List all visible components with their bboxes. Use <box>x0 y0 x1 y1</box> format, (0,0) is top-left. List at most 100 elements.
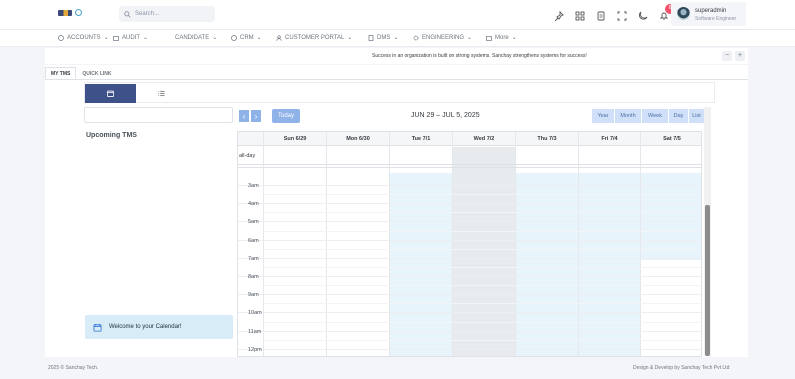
tab-my-tms[interactable]: MY TMS <box>45 67 77 79</box>
time-label: 3am <box>248 183 259 189</box>
hour-line <box>238 330 701 332</box>
half-hour-line <box>263 230 701 232</box>
company-logo[interactable] <box>58 10 72 16</box>
upcoming-filter-input[interactable] <box>84 107 233 123</box>
half-hour-line <box>263 266 701 268</box>
search-icon <box>124 10 131 18</box>
half-hour-line <box>263 194 701 196</box>
list-view-button[interactable] <box>136 84 187 103</box>
user-menu[interactable]: superadmin Software Engineer <box>671 2 746 26</box>
day-header-sun[interactable]: Sun 6/29 <box>264 132 326 146</box>
bell-icon[interactable]: 6 <box>659 4 675 20</box>
time-label: 8am <box>248 274 259 280</box>
document-icon <box>368 34 374 41</box>
today-column-shade <box>452 147 515 356</box>
view-year-button[interactable]: Year <box>592 109 615 123</box>
announcement-bar: Success in an organization is built on s… <box>45 48 748 64</box>
briefcase-icon <box>486 35 492 41</box>
hour-line <box>238 239 701 241</box>
view-switcher <box>84 82 715 103</box>
menu-candidate[interactable]: CANDIDATE ⌄ <box>175 34 218 42</box>
globe-icon <box>58 34 64 41</box>
chevron-down-icon: ⌄ <box>256 35 262 41</box>
day-header-sat[interactable]: Sat 7/5 <box>641 132 701 146</box>
welcome-card: Welcome to your Calendar! <box>85 315 233 339</box>
day-header-fri[interactable]: Fri 7/4 <box>579 132 640 146</box>
scrollbar-thumb[interactable] <box>705 205 710 356</box>
menu-accounts[interactable]: ACCOUNTS ⌄ <box>58 34 109 41</box>
page-scrollbar[interactable] <box>704 107 711 356</box>
hour-line <box>238 348 701 350</box>
hour-line <box>238 221 701 223</box>
menu-audit[interactable]: AUDIT ⌄ <box>113 34 148 41</box>
chevron-down-icon: ⌄ <box>347 35 353 41</box>
chevron-down-icon: ⌄ <box>511 35 517 41</box>
half-hour-line <box>263 303 701 305</box>
half-hour-line <box>263 321 701 323</box>
fullscreen-icon[interactable] <box>617 8 627 21</box>
search-placeholder: Search... <box>135 11 160 17</box>
footer: 2025 © Sanchay Tech. Design & Develop by… <box>0 357 795 379</box>
day-header-wed[interactable]: Wed 7/2 <box>453 132 515 146</box>
view-day-button[interactable]: Day <box>669 109 689 123</box>
day-header-thu[interactable]: Thu 7/3 <box>516 132 578 146</box>
hour-line <box>238 185 701 186</box>
half-hour-line <box>263 212 701 214</box>
half-hour-line <box>263 248 701 250</box>
time-label: 11am <box>248 328 262 335</box>
chevron-down-icon: ⌄ <box>103 35 109 41</box>
menu-customer-portal[interactable]: CUSTOMER PORTAL ⌄ <box>276 34 352 41</box>
time-label: 7am <box>248 255 259 262</box>
saturday-afternoon <box>640 260 701 356</box>
time-label: 9am <box>248 292 259 299</box>
chevron-down-icon: ⌄ <box>393 35 399 41</box>
calendar-icon <box>93 323 102 332</box>
apps-grid-icon[interactable] <box>575 8 585 21</box>
tab-quick-link[interactable]: QUICK LINK <box>76 67 117 79</box>
globe-icon <box>231 34 237 41</box>
menu-dms[interactable]: DMS ⌄ <box>368 34 398 41</box>
upcoming-title: Upcoming TMS <box>86 132 137 139</box>
chevron-down-icon: ⌄ <box>143 35 149 41</box>
chevron-down-icon: ⌄ <box>212 35 218 41</box>
next-week-button[interactable]: › <box>250 109 262 123</box>
calendar-icon <box>107 90 114 97</box>
avatar <box>677 7 690 20</box>
gear-icon <box>413 35 419 40</box>
half-hour-line <box>263 339 701 341</box>
welcome-text: Welcome to your Calendar! <box>109 324 182 330</box>
dark-mode-icon[interactable] <box>638 8 648 20</box>
today-button[interactable]: Today <box>272 109 300 123</box>
menu-more[interactable]: More ⌄ <box>486 34 517 41</box>
increase-button[interactable]: + <box>735 51 745 61</box>
time-label: 10am <box>248 310 262 317</box>
calendar-view-button[interactable] <box>85 84 136 103</box>
chevron-down-icon: ⌄ <box>467 35 473 41</box>
globe-icon[interactable] <box>75 9 82 16</box>
time-axis-header <box>238 132 263 146</box>
decrease-button[interactable]: − <box>722 51 732 61</box>
search-input[interactable]: Search... <box>119 6 215 22</box>
notes-icon[interactable] <box>596 8 606 21</box>
calendar-view-buttons: Year Month Week Day List <box>592 109 705 123</box>
time-label: 6am <box>248 237 259 244</box>
day-header-mon[interactable]: Mon 6/30 <box>327 132 389 146</box>
top-bar: Search... 6 superadmin Software Engineer <box>0 0 795 30</box>
hour-line <box>238 203 701 205</box>
time-label: 4am <box>248 201 259 208</box>
footer-credit: Design & Develop by Sanchay Tech Pvt Ltd <box>633 365 730 371</box>
menu-engineering[interactable]: ENGINEERING ⌄ <box>413 34 472 41</box>
prev-week-button[interactable]: ‹ <box>238 109 250 123</box>
user-role: Software Engineer <box>695 16 737 22</box>
time-label: 5am <box>248 219 259 226</box>
menu-crm[interactable]: CRM ⌄ <box>231 34 262 41</box>
hour-line <box>238 294 701 296</box>
main-menu: ACCOUNTS ⌄ AUDIT ⌄ CANDIDATE ⌄ CRM ⌄ CUSTOME… <box>0 30 795 47</box>
view-month-button[interactable]: Month <box>615 109 642 123</box>
time-label: 12pm <box>248 346 262 353</box>
day-header-tue[interactable]: Tue 7/1 <box>390 132 452 146</box>
tab-divider <box>45 79 748 80</box>
view-week-button[interactable]: Week <box>642 109 669 123</box>
pin-icon[interactable] <box>554 8 564 22</box>
view-list-button[interactable]: List <box>689 109 705 123</box>
